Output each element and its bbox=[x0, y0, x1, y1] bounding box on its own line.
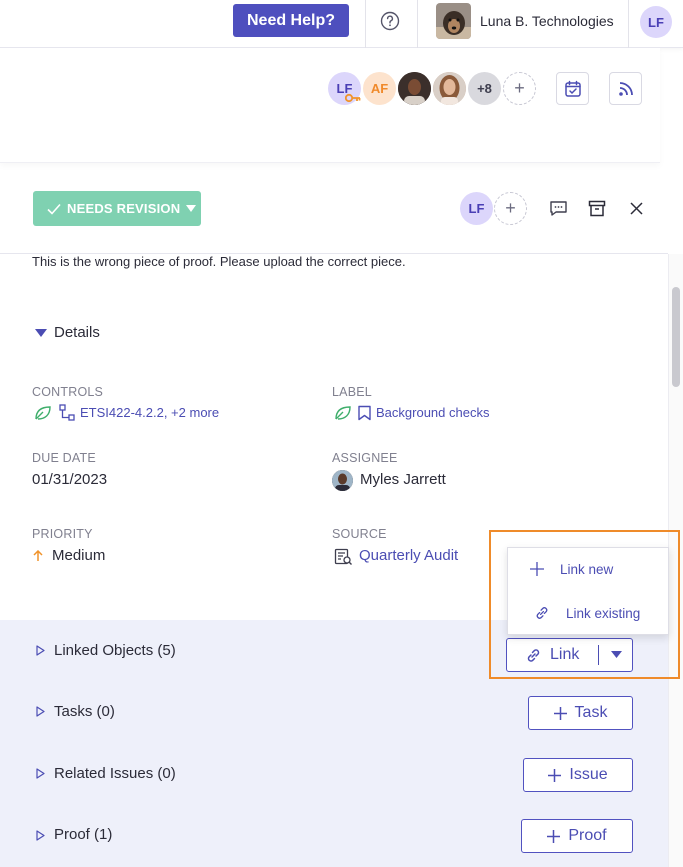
highlight-box bbox=[489, 530, 680, 679]
due-date-label: DUE DATE bbox=[32, 451, 96, 465]
controls-link[interactable]: ETSI422-4.2.2, +2 more bbox=[80, 405, 219, 420]
leaf-icon bbox=[35, 406, 51, 420]
check-icon bbox=[47, 203, 61, 215]
caret-right-icon[interactable] bbox=[36, 645, 45, 656]
divider bbox=[365, 0, 366, 48]
status-label: NEEDS REVISION bbox=[67, 201, 181, 216]
org-avatar-image[interactable] bbox=[436, 3, 471, 39]
caret-down-icon[interactable] bbox=[35, 329, 47, 337]
key-icon bbox=[345, 93, 361, 103]
details-section-title[interactable]: Details bbox=[54, 324, 100, 341]
page-header: LF AF +8 + bbox=[0, 48, 660, 163]
archive-icon[interactable] bbox=[588, 200, 606, 217]
rss-button[interactable] bbox=[609, 72, 642, 105]
assignee-avatar[interactable]: LF bbox=[460, 192, 493, 225]
add-collaborator-button[interactable]: + bbox=[503, 72, 536, 105]
rss-icon bbox=[618, 81, 633, 96]
collaborator-photo-avatar[interactable] bbox=[398, 72, 431, 105]
hierarchy-icon bbox=[59, 404, 75, 421]
status-dropdown-button[interactable]: NEEDS REVISION bbox=[33, 191, 201, 226]
org-name[interactable]: Luna B. Technologies bbox=[480, 13, 614, 29]
close-icon[interactable] bbox=[630, 202, 643, 215]
add-task-button[interactable]: Task bbox=[528, 696, 633, 730]
more-collaborators-count[interactable]: +8 bbox=[468, 72, 501, 105]
comment-icon[interactable] bbox=[549, 200, 568, 217]
add-issue-button[interactable]: Issue bbox=[523, 758, 633, 792]
assignee-photo-avatar bbox=[332, 470, 353, 491]
caret-right-icon[interactable] bbox=[36, 706, 45, 717]
add-proof-label: Proof bbox=[568, 827, 607, 844]
label-link[interactable]: Background checks bbox=[376, 405, 489, 420]
caret-down-icon bbox=[186, 205, 197, 212]
related-issues-title[interactable]: Related Issues (0) bbox=[54, 765, 176, 782]
caret-right-icon[interactable] bbox=[36, 768, 45, 779]
audit-document-icon bbox=[334, 548, 352, 565]
need-help-button[interactable]: Need Help? bbox=[233, 4, 349, 37]
calendar-check-icon bbox=[564, 80, 581, 97]
add-proof-button[interactable]: Proof bbox=[521, 819, 633, 853]
collaborator-avatar[interactable]: AF bbox=[363, 72, 396, 105]
plus-icon bbox=[547, 829, 561, 843]
controls-label: CONTROLS bbox=[32, 385, 104, 399]
plus-icon bbox=[548, 768, 562, 782]
source-label: SOURCE bbox=[332, 527, 387, 541]
assignee-label: ASSIGNEE bbox=[332, 451, 398, 465]
assignee-value[interactable]: Myles Jarrett bbox=[360, 471, 446, 488]
top-bar: Need Help? Luna B. Technologies LF bbox=[0, 0, 683, 48]
bookmark-icon bbox=[358, 405, 371, 421]
issue-description: This is the wrong piece of proof. Please… bbox=[32, 254, 406, 269]
calendar-button[interactable] bbox=[556, 72, 589, 105]
collaborator-photo-avatar[interactable] bbox=[433, 72, 466, 105]
priority-label: PRIORITY bbox=[32, 527, 93, 541]
label-label: LABEL bbox=[332, 385, 372, 399]
priority-value[interactable]: Medium bbox=[52, 547, 105, 564]
scrollbar-thumb[interactable] bbox=[672, 287, 680, 387]
add-assignee-button[interactable]: + bbox=[494, 192, 527, 225]
user-avatar[interactable]: LF bbox=[640, 6, 672, 38]
plus-icon bbox=[553, 706, 567, 720]
divider bbox=[628, 0, 629, 48]
tasks-title[interactable]: Tasks (0) bbox=[54, 703, 115, 720]
add-task-label: Task bbox=[574, 704, 608, 721]
due-date-value[interactable]: 01/31/2023 bbox=[32, 471, 107, 488]
source-link[interactable]: Quarterly Audit bbox=[359, 547, 458, 564]
linked-objects-title[interactable]: Linked Objects (5) bbox=[54, 642, 176, 659]
leaf-icon bbox=[335, 406, 351, 420]
add-issue-label: Issue bbox=[569, 766, 608, 783]
proof-title[interactable]: Proof (1) bbox=[54, 826, 112, 843]
caret-right-icon[interactable] bbox=[36, 830, 45, 841]
divider bbox=[417, 0, 418, 48]
arrow-up-icon bbox=[33, 550, 43, 561]
help-circle-icon[interactable] bbox=[380, 11, 400, 31]
